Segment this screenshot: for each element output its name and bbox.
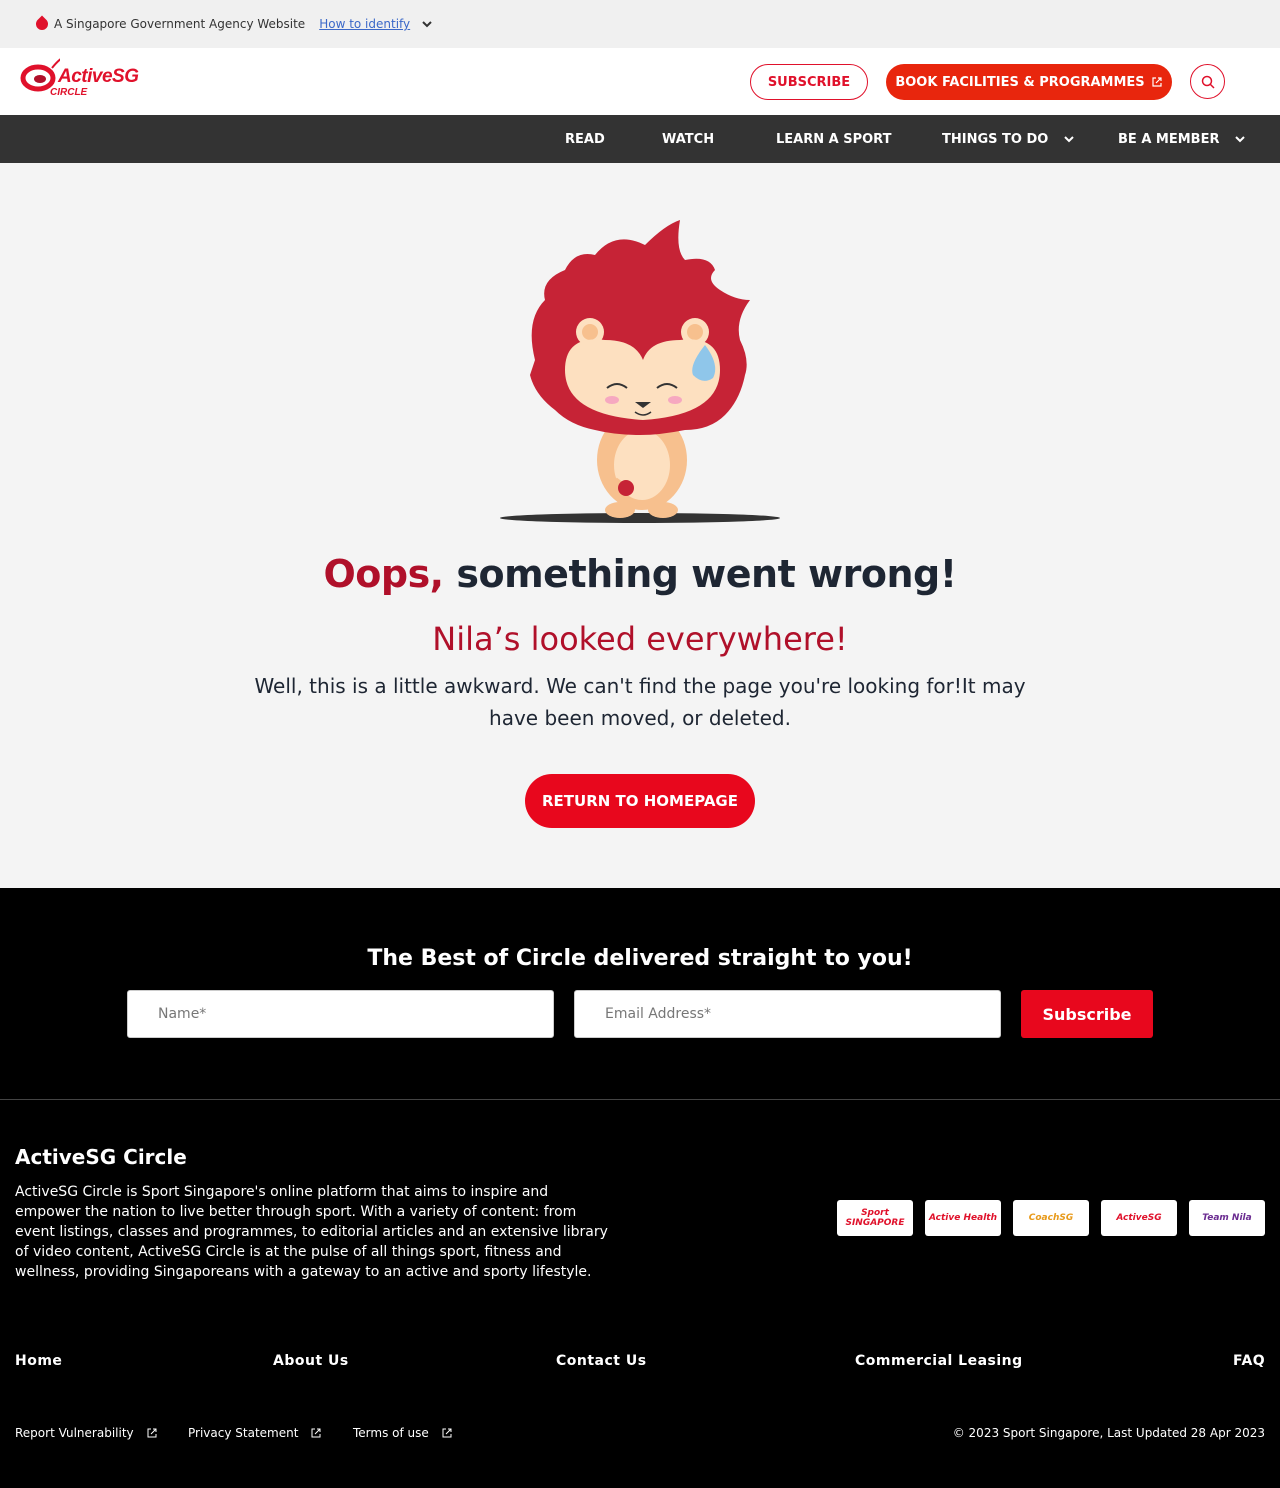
external-link-icon — [1152, 77, 1162, 87]
nav-read[interactable]: READ — [565, 115, 605, 163]
search-icon — [1201, 75, 1215, 89]
headline-text: something went wrong! — [456, 552, 957, 596]
how-to-identify-link[interactable]: How to identify — [319, 17, 410, 31]
copyright-text: © 2023 Sport Singapore, Last Updated 28 … — [952, 1426, 1265, 1440]
external-link-icon — [442, 1428, 452, 1438]
footer-title: ActiveSG Circle — [15, 1145, 187, 1169]
chevron-down-icon[interactable] — [420, 17, 434, 31]
privacy-statement-label: Privacy Statement — [188, 1426, 299, 1440]
terms-of-use-label: Terms of use — [353, 1426, 429, 1440]
nav-things-to-do[interactable]: THINGS TO DO — [942, 115, 1076, 163]
active-health-logo[interactable]: Active Health — [925, 1200, 1001, 1236]
footer-link-about-us[interactable]: About Us — [273, 1353, 349, 1369]
report-vulnerability-label: Report Vulnerability — [15, 1426, 134, 1440]
site-header: ActiveSG CIRCLE SUBSCRIBE BOOK FACILITIE… — [0, 48, 1280, 115]
logo-text: ActiveSG — [58, 66, 139, 87]
sport-singapore-logo[interactable]: Sport SINGAPORE — [837, 1200, 913, 1236]
nav-read-label: READ — [565, 131, 605, 147]
site-footer: ActiveSG Circle ActiveSG Circle is Sport… — [0, 1099, 1280, 1488]
team-nila-logo[interactable]: Team Nila — [1189, 1200, 1265, 1236]
footer-link-commercial-leasing[interactable]: Commercial Leasing — [855, 1353, 1023, 1369]
footer-description: ActiveSG Circle is Sport Singapore's onl… — [15, 1184, 608, 1280]
report-vulnerability-link[interactable]: Report Vulnerability — [15, 1426, 158, 1440]
book-facilities-label: BOOK FACILITIES & PROGRAMMES — [895, 74, 1145, 90]
external-link-icon — [311, 1428, 321, 1438]
nav-learn-label: LEARN A SPORT — [776, 131, 892, 147]
activesg-circle-logo[interactable]: ActiveSG CIRCLE — [20, 54, 139, 104]
email-input[interactable]: Email Address* — [574, 990, 1001, 1038]
nav-be-a-member[interactable]: BE A MEMBER — [1118, 115, 1247, 163]
search-button[interactable] — [1190, 64, 1225, 99]
lion-head-icon — [33, 15, 51, 33]
newsletter-title: The Best of Circle delivered straight to… — [367, 946, 913, 971]
footer-link-contact-us[interactable]: Contact Us — [556, 1353, 647, 1369]
chevron-down-icon — [1235, 136, 1246, 143]
error-description: Well, this is a little awkward. We can't… — [254, 674, 1026, 730]
name-input[interactable]: Name* — [127, 990, 554, 1038]
return-to-homepage-button[interactable]: RETURN TO HOMEPAGE — [525, 774, 755, 828]
terms-of-use-link[interactable]: Terms of use — [353, 1426, 453, 1440]
activesg-logo[interactable]: ActiveSG — [1101, 1200, 1177, 1236]
main-nav: READ WATCH LEARN A SPORT THINGS TO DO BE… — [0, 115, 1280, 163]
nav-watch[interactable]: WATCH — [662, 115, 714, 163]
nav-things-label: THINGS TO DO — [942, 131, 1049, 147]
subscribe-button[interactable]: SUBSCRIBE — [750, 64, 868, 100]
gov-masthead: A Singapore Government Agency Website Ho… — [0, 0, 1280, 48]
error-subheadline: Nila’s looked everywhere! — [432, 620, 848, 658]
nav-learn-a-sport[interactable]: LEARN A SPORT — [776, 115, 891, 163]
error-headline: Oops, something went wrong! — [0, 552, 1280, 596]
nav-watch-label: WATCH — [662, 131, 715, 147]
coachsg-logo[interactable]: CoachSG — [1013, 1200, 1089, 1236]
masthead-text: A Singapore Government Agency Website — [54, 17, 306, 31]
external-link-icon — [147, 1428, 157, 1438]
footer-link-home[interactable]: Home — [15, 1353, 62, 1369]
book-facilities-button[interactable]: BOOK FACILITIES & PROGRAMMES — [886, 64, 1172, 100]
logo-subtext: CIRCLE — [50, 87, 88, 98]
newsletter-section: The Best of Circle delivered straight to… — [0, 888, 1280, 1099]
partner-logos: Sport SINGAPORE Active Health CoachSG Ac… — [837, 1200, 1265, 1236]
footer-link-faq[interactable]: FAQ — [1233, 1353, 1265, 1369]
nav-member-label: BE A MEMBER — [1118, 131, 1220, 147]
chevron-down-icon — [1064, 136, 1075, 143]
oops-text: Oops, — [323, 552, 444, 596]
nila-mascot-illustration — [500, 220, 780, 523]
newsletter-subscribe-button[interactable]: Subscribe — [1021, 990, 1153, 1038]
privacy-statement-link[interactable]: Privacy Statement — [188, 1426, 322, 1440]
